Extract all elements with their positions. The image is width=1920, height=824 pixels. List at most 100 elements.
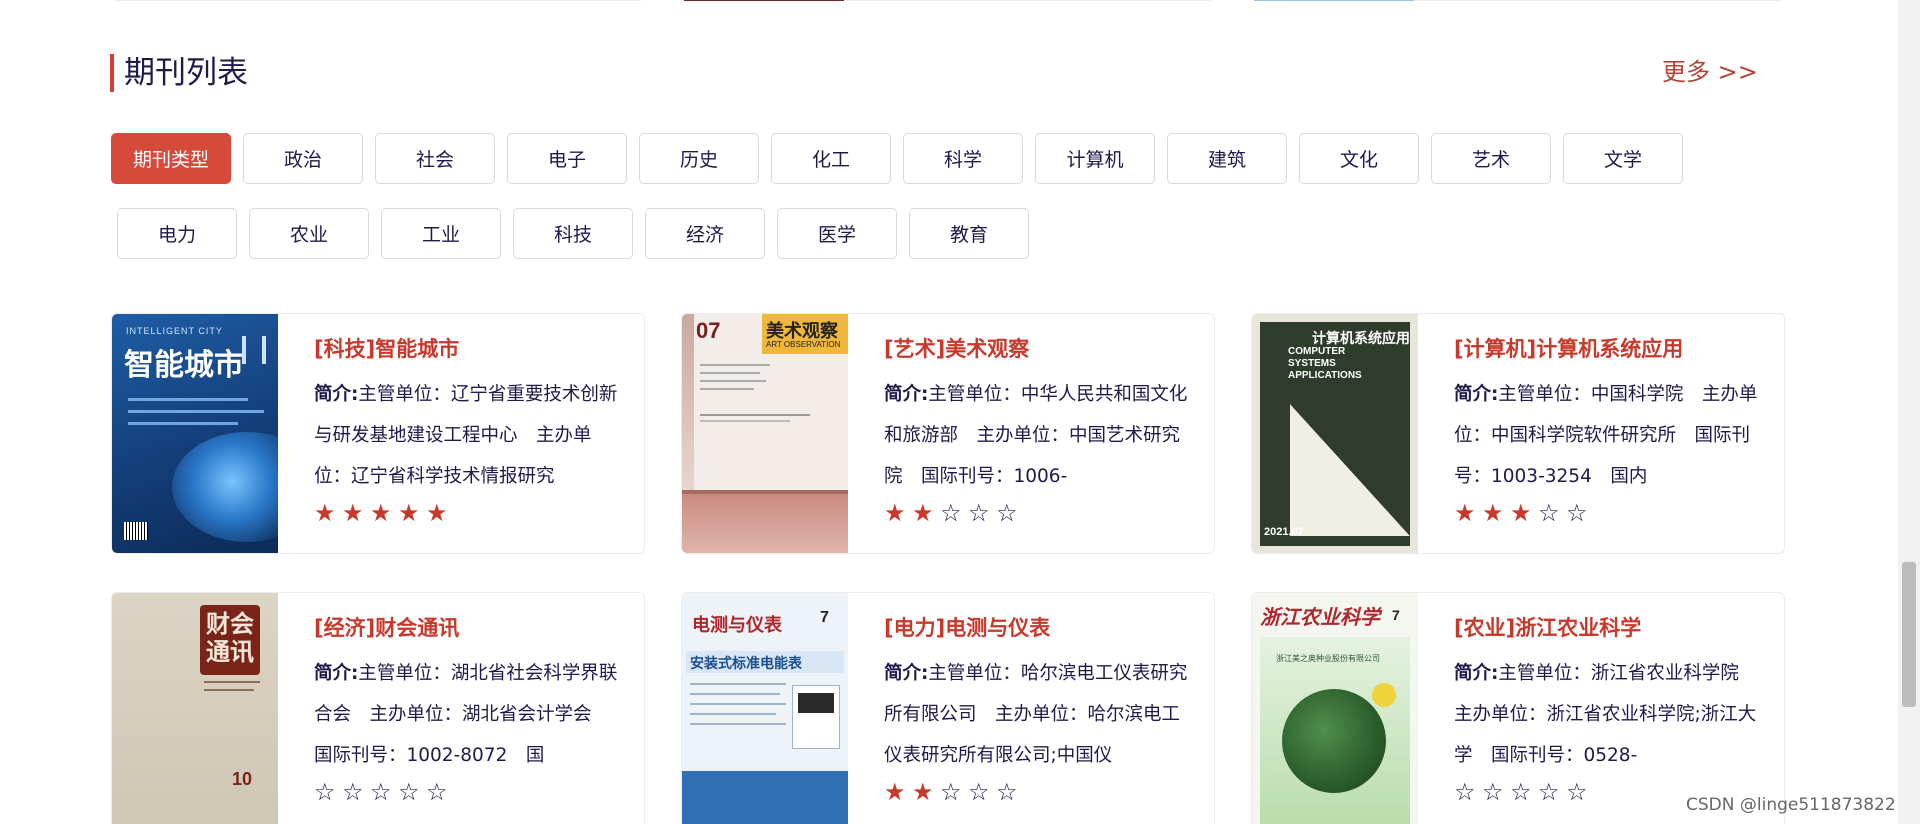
star-empty-icon: ☆	[370, 778, 394, 806]
category-button[interactable]: 医学	[777, 208, 897, 259]
intro-text: 主管单位：中国科学院 主办单位：中国科学院软件研究所 国际刊号：1003-325…	[1454, 384, 1758, 487]
intro-text: 主管单位：浙江省农业科学院 主办单位：浙江省农业科学院;浙江大学 国际刊号：05…	[1454, 663, 1758, 766]
intro-label: 简介:	[314, 663, 359, 684]
journal-cover-image[interactable]: 财会通讯 10	[112, 593, 278, 824]
star-empty-icon: ☆	[1538, 778, 1562, 806]
star-empty-icon: ☆	[940, 778, 964, 806]
page-scrollbar[interactable]	[1898, 0, 1920, 824]
journal-intro: 简介:主管单位：辽宁省重要技术创新与研发基地建设工程中心 主办单位：辽宁省科学技…	[314, 374, 624, 497]
journal-card[interactable]: 财会通讯 10 [经济]财会通讯 简介:主管单位：湖北省社会科学界联合会 主办单…	[111, 592, 645, 824]
intro-label: 简介:	[884, 384, 929, 405]
category-button[interactable]: 政治	[243, 133, 363, 184]
star-empty-icon: ☆	[1566, 499, 1590, 527]
section-title: 期刊列表	[110, 54, 248, 92]
cover-issue: 2021.07	[1264, 526, 1304, 538]
journal-title[interactable]: [科技]智能城市	[314, 334, 624, 364]
cover-company: 浙江美之奥种业股份有限公司	[1276, 654, 1380, 663]
cover-triangle-graphic	[1290, 404, 1410, 536]
journal-intro: 简介:主管单位：中国科学院 主办单位：中国科学院软件研究所 国际刊号：1003-…	[1454, 374, 1764, 497]
star-filled-icon: ★	[1454, 499, 1478, 527]
category-button[interactable]: 经济	[645, 208, 765, 259]
intro-text: 主管单位：中华人民共和国文化和旅游部 主办单位：中国艺术研究院 国际刊号：100…	[884, 384, 1188, 487]
category-button[interactable]: 电子	[507, 133, 627, 184]
cover-title-en: COMPUTER SYSTEMS APPLICATIONS	[1288, 346, 1362, 381]
rating-stars: ☆ ☆ ☆ ☆ ☆	[314, 778, 624, 806]
journal-intro: 简介:主管单位：浙江省农业科学院 主办单位：浙江省农业科学院;浙江大学 国际刊号…	[1454, 653, 1764, 776]
journal-card[interactable]: 浙江农业科学 7 浙江美之奥种业股份有限公司 [农业]浙江农业科学 简介:主管单…	[1251, 592, 1785, 824]
star-empty-icon: ☆	[1566, 778, 1590, 806]
previous-card-stub	[681, 0, 1215, 1]
intro-label: 简介:	[884, 663, 929, 684]
category-button[interactable]: 历史	[639, 133, 759, 184]
star-empty-icon: ☆	[1538, 499, 1562, 527]
journal-cover-image[interactable]: 计算机系统应用 COMPUTER SYSTEMS APPLICATIONS 20…	[1252, 314, 1418, 553]
cover-title-cn: 智能城市	[124, 349, 244, 382]
csdn-watermark: CSDN @linge511873822	[1686, 795, 1896, 815]
cover-title-en: ART OBSERVATION	[766, 340, 841, 349]
intro-label: 简介:	[314, 384, 359, 405]
cover-issue: 7	[820, 609, 829, 626]
more-link[interactable]: 更多 >>	[1662, 52, 1758, 87]
star-filled-icon: ★	[884, 778, 908, 806]
category-button[interactable]: 科技	[513, 208, 633, 259]
journal-title[interactable]: [电力]电测与仪表	[884, 613, 1194, 643]
rating-stars: ★ ★ ☆ ☆ ☆	[884, 499, 1194, 527]
category-button[interactable]: 电力	[117, 208, 237, 259]
star-filled-icon: ★	[370, 499, 394, 527]
journal-card[interactable]: 计算机系统应用 COMPUTER SYSTEMS APPLICATIONS 20…	[1251, 313, 1785, 554]
journal-title[interactable]: [农业]浙江农业科学	[1454, 613, 1764, 643]
intro-label: 简介:	[1454, 384, 1499, 405]
journal-intro: 简介:主管单位：中华人民共和国文化和旅游部 主办单位：中国艺术研究院 国际刊号：…	[884, 374, 1194, 497]
category-row: 期刊类型 政治 社会 电子 历史 化工 科学 计算机 建筑 文化 艺术 文学	[111, 133, 1683, 184]
star-filled-icon: ★	[342, 499, 366, 527]
previous-card-stub	[1251, 0, 1785, 1]
star-filled-icon: ★	[912, 778, 936, 806]
category-button[interactable]: 教育	[909, 208, 1029, 259]
category-button[interactable]: 科学	[903, 133, 1023, 184]
star-filled-icon: ★	[314, 499, 338, 527]
journal-card[interactable]: 07 美术观察 ART OBSERVATION [艺术]美术观察 简介:主管单位…	[681, 313, 1215, 554]
star-filled-icon: ★	[884, 499, 908, 527]
journal-cover-image[interactable]: 浙江农业科学 7 浙江美之奥种业股份有限公司	[1252, 593, 1418, 824]
journal-title[interactable]: [经济]财会通讯	[314, 613, 624, 643]
journal-cover-image[interactable]: 07 美术观察 ART OBSERVATION	[682, 314, 848, 553]
star-empty-icon: ☆	[314, 778, 338, 806]
intro-text: 主管单位：湖北省社会科学界联合会 主办单位：湖北省会计学会 国际刊号：1002-…	[314, 663, 618, 766]
star-empty-icon: ☆	[1482, 778, 1506, 806]
scrollbar-thumb[interactable]	[1902, 562, 1916, 707]
journal-cover-image[interactable]: INTELLIGENT CITY 智能城市	[112, 314, 278, 553]
category-button[interactable]: 建筑	[1167, 133, 1287, 184]
category-row: 电力 农业 工业 科技 经济 医学 教育	[117, 208, 1029, 259]
star-empty-icon: ☆	[342, 778, 366, 806]
category-button[interactable]: 化工	[771, 133, 891, 184]
category-button[interactable]: 农业	[249, 208, 369, 259]
category-button[interactable]: 社会	[375, 133, 495, 184]
cover-title-cn: 浙江农业科学	[1260, 607, 1380, 629]
category-button[interactable]: 艺术	[1431, 133, 1551, 184]
intro-text: 主管单位：哈尔滨电工仪表研究所有限公司 主办单位：哈尔滨电工仪表研究所有限公司;…	[884, 663, 1188, 766]
category-button[interactable]: 工业	[381, 208, 501, 259]
cover-title-cn: 电测与仪表	[692, 615, 782, 635]
journal-card[interactable]: INTELLIGENT CITY 智能城市 [科技]智能城市 简介:主管单位：辽…	[111, 313, 645, 554]
journal-cover-image[interactable]: 电测与仪表 7 安装式标准电能表	[682, 593, 848, 824]
category-button[interactable]: 文化	[1299, 133, 1419, 184]
category-button[interactable]: 期刊类型	[111, 133, 231, 184]
journal-title[interactable]: [计算机]计算机系统应用	[1454, 334, 1764, 364]
cover-title-en: INTELLIGENT CITY	[126, 326, 223, 336]
journal-card[interactable]: 电测与仪表 7 安装式标准电能表 [电力]电测与仪表 简介:主管单位：哈尔滨电工…	[681, 592, 1215, 824]
journal-title[interactable]: [艺术]美术观察	[884, 334, 1194, 364]
star-empty-icon: ☆	[1510, 778, 1534, 806]
star-empty-icon: ☆	[968, 778, 992, 806]
journal-intro: 简介:主管单位：湖北省社会科学界联合会 主办单位：湖北省会计学会 国际刊号：10…	[314, 653, 624, 776]
star-filled-icon: ★	[912, 499, 936, 527]
category-button[interactable]: 文学	[1563, 133, 1683, 184]
cover-title-cn: 计算机系统应用	[1312, 330, 1410, 346]
star-empty-icon: ☆	[1454, 778, 1478, 806]
cover-issue: 10	[232, 769, 253, 789]
cover-title-cn: 财会通讯	[206, 611, 254, 666]
intro-label: 简介:	[1454, 663, 1499, 684]
rating-stars: ★ ★ ★ ☆ ☆	[1454, 499, 1764, 527]
star-empty-icon: ☆	[426, 778, 450, 806]
star-empty-icon: ☆	[996, 778, 1020, 806]
category-button[interactable]: 计算机	[1035, 133, 1155, 184]
